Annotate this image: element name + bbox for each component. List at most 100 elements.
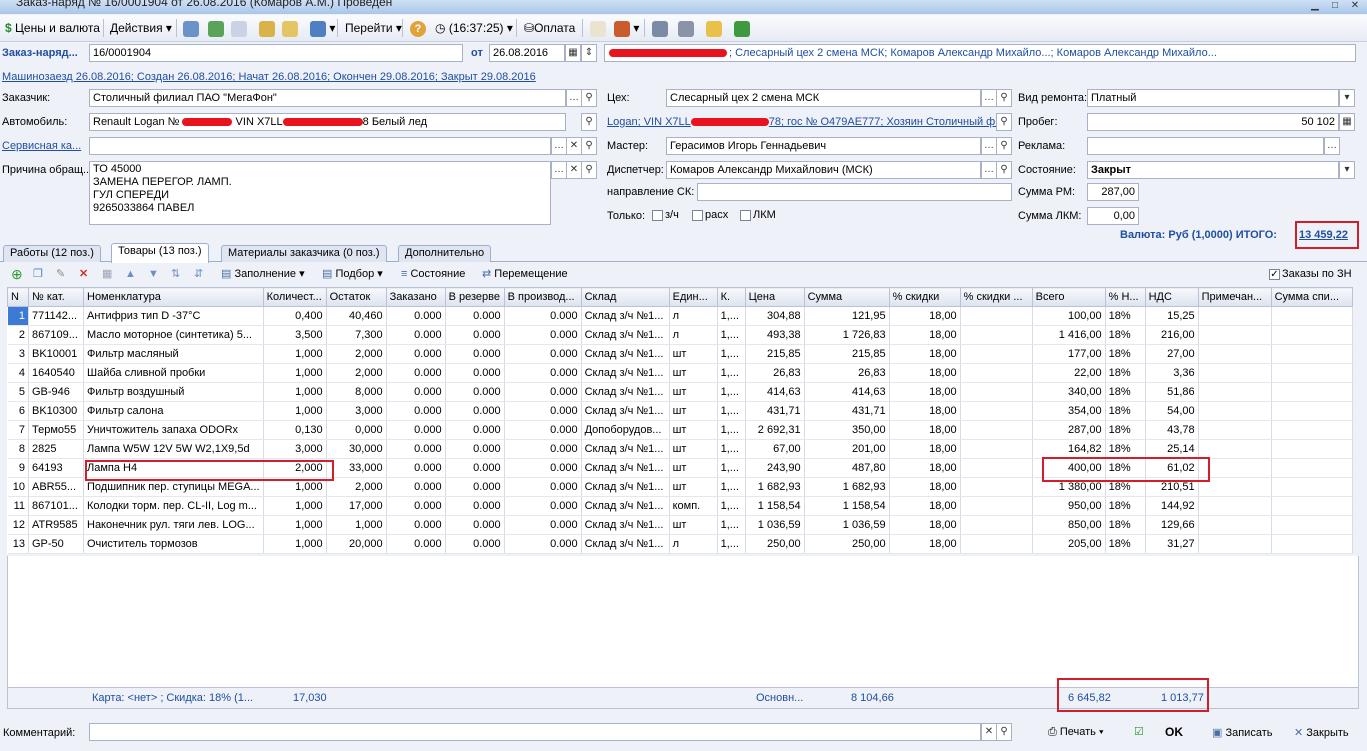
doc-number-field[interactable]: 16/0001904	[89, 44, 463, 62]
car-owner-link[interactable]: Logan; VIN X7LL 78; гос № О479АЕ777; Хозя…	[607, 116, 1012, 128]
car-field[interactable]: Renault Logan № VIN X7LL 8 Белый лед	[89, 113, 566, 131]
column-header[interactable]: % Н...	[1104, 287, 1146, 307]
sort-asc-icon[interactable]: ⇅	[171, 266, 180, 282]
organization-field[interactable]: ; Слесарный цех 2 смена МСК; Комаров Але…	[604, 44, 1356, 62]
print-doc-icon[interactable]	[257, 18, 277, 38]
master-field[interactable]: Герасимов Игорь Геннадьевич	[666, 137, 981, 155]
sum-rm-field[interactable]: 287,00	[1087, 183, 1139, 201]
reason-open-icon[interactable]: ⚲	[581, 161, 597, 179]
column-header[interactable]: Остаток	[325, 287, 387, 307]
table-row[interactable]: 13 GP-50 Очиститель тормозов 1,000 20,000 0.0…	[7, 534, 1353, 554]
payment-button[interactable]: ⛁Оплата	[522, 18, 577, 38]
customer-field[interactable]: Столичный филиал ПАО "МегаФон"	[89, 89, 566, 107]
table-row[interactable]: 8 2825 Лампа W5W 12V 5W W2,1X9,5d 3,000 30,0…	[7, 439, 1353, 459]
column-header[interactable]: Цена	[744, 287, 805, 307]
column-header[interactable]: К.	[716, 287, 746, 307]
master-open-icon[interactable]: ⚲	[996, 137, 1012, 155]
history-link[interactable]: Машинозаезд 26.08.2016; Создан 26.08.201…	[2, 71, 536, 83]
column-header[interactable]: Всего	[1031, 287, 1106, 307]
print-button[interactable]: ⎙ Печать ▾	[1048, 726, 1104, 739]
ads-field[interactable]	[1087, 137, 1324, 155]
pick-menu[interactable]: ▤ Подбор ▾	[322, 266, 383, 282]
document-icon[interactable]	[280, 18, 300, 38]
column-header[interactable]: N	[7, 287, 29, 307]
column-header[interactable]: % скидки	[888, 287, 961, 307]
check-doc-icon[interactable]: ☑	[1134, 725, 1144, 738]
table-row[interactable]: 4 1640540 Шайба сливной пробки 1,000 2,000 0.…	[7, 363, 1353, 383]
calculator-icon[interactable]: ▦	[1339, 113, 1355, 131]
time-button[interactable]: ◷ (16:37:25) ▾	[433, 18, 515, 38]
column-header[interactable]: Заказано	[385, 287, 446, 307]
reason-clear-icon[interactable]: ✕	[566, 161, 582, 179]
comment-field[interactable]	[89, 723, 981, 741]
tab-goods[interactable]: Товары (13 поз.)	[111, 243, 209, 263]
sort-desc-icon[interactable]: ⇵	[194, 266, 203, 282]
wallet-icon[interactable]: ▾	[612, 18, 641, 38]
ads-select-button[interactable]: …	[1324, 137, 1340, 155]
table-row[interactable]: 7 Термо55 Уничтожитель запаха ODORx 0,130 0,…	[7, 420, 1353, 440]
table-row[interactable]: 9 64193 Лампа H4 2,000 33,000 0.000 0.000 0.000…	[7, 458, 1353, 478]
state-dropdown-icon[interactable]: ▾	[1339, 161, 1355, 179]
tab-additional[interactable]: Дополнительно	[398, 245, 492, 262]
reason-select-button[interactable]: …	[551, 161, 567, 179]
shop-select-button[interactable]: …	[981, 89, 997, 107]
column-header[interactable]: В резерве	[444, 287, 505, 307]
calendar-icon[interactable]: ▦	[565, 44, 581, 62]
column-header[interactable]: № кат.	[28, 287, 84, 307]
date-spinner[interactable]: ⇕	[581, 44, 597, 62]
column-header[interactable]: Количест...	[262, 287, 327, 307]
column-header[interactable]: Примечан...	[1197, 287, 1272, 307]
service-card-open-icon[interactable]: ⚲	[581, 137, 597, 155]
total-link[interactable]: 13 459,22	[1299, 229, 1348, 241]
actions-menu[interactable]: Действия ▾	[108, 18, 174, 38]
table-row[interactable]: 1 771142... Антифриз тип D -37°C 0,400 40,46…	[7, 306, 1353, 326]
dispatcher-select-button[interactable]: …	[981, 161, 997, 179]
table-row[interactable]: 2 867109... Масло моторное (синтетика) 5..…	[7, 325, 1353, 345]
shop-field[interactable]: Слесарный цех 2 смена МСК	[666, 89, 981, 107]
fill-menu[interactable]: ▤ Заполнение ▾	[221, 266, 305, 282]
state-button[interactable]: ≡ Состояние	[401, 266, 465, 282]
table-row[interactable]: 12 ATR9585 Наконечник рул. тяги лев. LOG..…	[7, 515, 1353, 535]
service-card-link[interactable]: Сервисная ка...	[2, 140, 81, 152]
state-select[interactable]: Закрыт	[1087, 161, 1339, 179]
comment-open-icon[interactable]: ⚲	[996, 723, 1012, 741]
car-open-icon[interactable]: ⚲	[581, 113, 597, 131]
shop-open-icon[interactable]: ⚲	[996, 89, 1012, 107]
save-button[interactable]: ▣ Записать	[1212, 726, 1272, 739]
column-header[interactable]: Склад	[580, 287, 670, 307]
date-field[interactable]: 26.08.2016	[489, 44, 565, 62]
car-owner-open-icon[interactable]: ⚲	[996, 113, 1012, 131]
table-row[interactable]: 10 ABR55... Подшипник пер. ступицы MEGA...…	[7, 477, 1353, 497]
only-parts-checkbox[interactable]: з/ч	[652, 209, 679, 221]
only-consumables-checkbox[interactable]: расх	[692, 209, 728, 221]
refresh-icon[interactable]	[206, 18, 226, 38]
end-edit-icon[interactable]: ▦	[102, 266, 112, 282]
table-row[interactable]: 3 BK10001 Фильтр масляный 1,000 2,000 0.000 0.…	[7, 344, 1353, 364]
service-card-field[interactable]	[89, 137, 551, 155]
ok-button[interactable]: OK	[1165, 725, 1183, 739]
direction-field[interactable]	[697, 183, 1012, 201]
table-row[interactable]: 5 GB-946 Фильтр воздушный 1,000 8,000 0.000 0.…	[7, 382, 1353, 402]
go-icon[interactable]: ▾	[308, 18, 337, 38]
comment-clear-icon[interactable]: ✕	[981, 723, 997, 741]
close-button[interactable]: ✕ Закрыть	[1294, 726, 1349, 739]
orders-zn-checkbox[interactable]: ✓ Заказы по ЗН	[1269, 266, 1352, 282]
chart-icon[interactable]	[588, 18, 608, 38]
list-icon[interactable]	[676, 18, 696, 38]
customer-open-icon[interactable]: ⚲	[581, 89, 597, 107]
tree-icon[interactable]	[650, 18, 670, 38]
mileage-field[interactable]: 50 102	[1087, 113, 1339, 131]
move-up-icon[interactable]: ▲	[125, 266, 136, 282]
customer-select-button[interactable]: …	[566, 89, 582, 107]
help-icon[interactable]: ?	[408, 18, 428, 38]
tab-works[interactable]: Работы (12 поз.)	[3, 245, 101, 262]
move-down-icon[interactable]: ▼	[148, 266, 159, 282]
minimize-icon[interactable]: ▁	[1306, 0, 1324, 12]
column-header[interactable]: Номенклатура	[83, 287, 264, 307]
post-icon[interactable]	[181, 18, 201, 38]
column-header[interactable]: НДС	[1144, 287, 1199, 307]
add-row-icon[interactable]: ⊕	[11, 266, 23, 282]
only-lkm-checkbox[interactable]: ЛКМ	[740, 209, 776, 221]
prices-button[interactable]: $ Цены и валюта	[3, 18, 102, 38]
table-row[interactable]: 11 867101... Колодки торм. пер. CL-II, Log…	[7, 496, 1353, 516]
